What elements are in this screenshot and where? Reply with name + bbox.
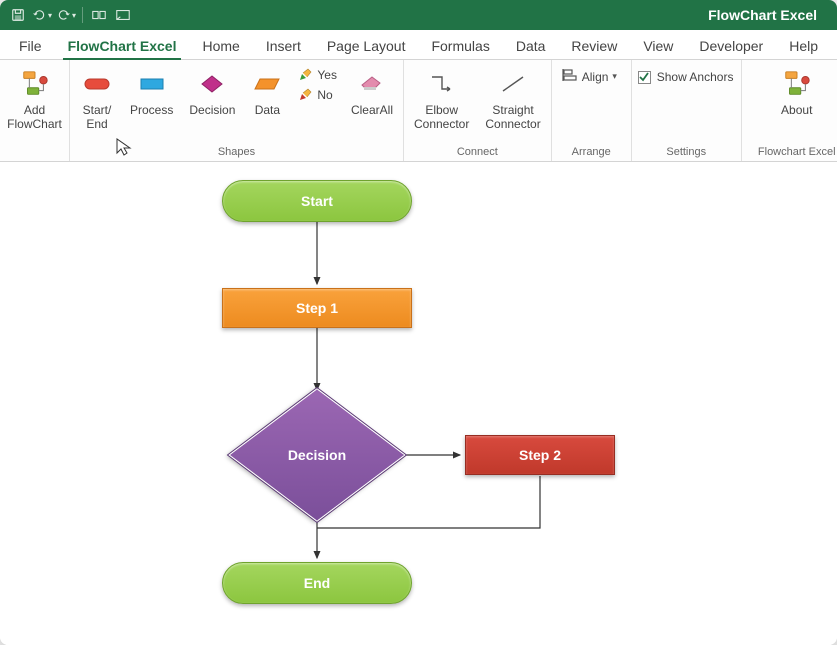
redo-icon [56,8,71,22]
tab-file[interactable]: File [6,32,55,59]
clear-all-button[interactable]: ClearAll [347,64,397,118]
shape-data-label: Data [255,104,280,118]
elbow-connector-label: Elbow Connector [414,104,469,132]
add-flowchart-button[interactable]: Add FlowChart [6,64,63,132]
tab-help[interactable]: Help [776,32,831,59]
group-label-arrange: Arrange [558,144,625,161]
ribbon-group-addflowchart: Add FlowChart [0,60,70,161]
shape-decision-button[interactable]: Decision [185,64,239,118]
show-anchors-checkbox[interactable]: Show Anchors [638,64,734,84]
align-icon [562,68,578,85]
ribbon: Add FlowChart Start/ End Process [0,60,837,162]
eraser-icon [356,68,388,100]
fullscreen-button[interactable] [113,5,133,25]
checkbox-icon [638,71,651,84]
straight-connector-icon [497,68,529,100]
tab-formulas[interactable]: Formulas [418,32,502,59]
fullscreen-icon [115,8,131,22]
node-end-label: End [304,575,330,591]
group-label-about: Flowchart Excel [748,144,837,161]
group-label-blank [6,144,63,161]
pencil-green-icon [297,67,313,83]
straight-connector-button[interactable]: Straight Connector [481,64,544,132]
yes-no-column: Yes No [295,64,339,104]
ribbon-group-arrange: Align ▾ Arrange [552,60,632,161]
no-button[interactable]: No [295,86,339,104]
touch-mode-button[interactable] [89,5,109,25]
group-label-shapes: Shapes [76,144,397,161]
save-icon [11,8,25,22]
undo-button[interactable]: ▾ [32,5,52,25]
ribbon-group-shapes: Start/ End Process Decision [70,60,404,161]
node-start[interactable]: Start [222,180,412,222]
tab-home[interactable]: Home [189,32,252,59]
undo-icon [32,8,47,22]
ribbon-group-about: About Flowchart Excel [742,60,837,161]
ribbon-group-connect: Elbow Connector Straight Connector Conne… [404,60,552,161]
node-decision[interactable]: Decision [237,390,397,520]
align-button[interactable]: Align ▾ [558,64,621,85]
node-step1[interactable]: Step 1 [222,288,412,328]
node-step2[interactable]: Step 2 [465,435,615,475]
clear-all-label: ClearAll [351,104,393,118]
group-label-settings: Settings [638,144,735,161]
process-icon [136,68,168,100]
show-anchors-label: Show Anchors [657,70,734,84]
add-flowchart-label: Add FlowChart [7,104,62,132]
pencil-red-icon [297,87,313,103]
elbow-connector-button[interactable]: Elbow Connector [410,64,473,132]
node-start-label: Start [301,193,333,209]
tab-insert[interactable]: Insert [253,32,314,59]
quick-access-toolbar: ▾ ▾ [8,5,133,25]
tab-developer[interactable]: Developer [686,32,776,59]
flowchart-icon [19,68,51,100]
flowchart-canvas[interactable]: Start Step 1 Decision Step 2 End [0,162,837,645]
about-icon [781,68,813,100]
node-step2-label: Step 2 [519,447,561,463]
data-icon [251,68,283,100]
node-step1-label: Step 1 [296,300,338,316]
no-label: No [317,88,332,102]
tab-data[interactable]: Data [503,32,559,59]
group-label-connect: Connect [410,144,545,161]
app-title: FlowChart Excel [708,7,829,23]
align-label: Align [582,70,609,84]
ribbon-group-settings: Show Anchors Settings [632,60,742,161]
shape-decision-label: Decision [189,104,235,118]
ribbon-tabs: File FlowChart Excel Home Insert Page La… [0,30,837,60]
about-button[interactable]: About [772,64,822,118]
node-decision-label: Decision [288,447,346,463]
yes-label: Yes [317,68,337,82]
elbow-connector-icon [426,68,458,100]
save-button[interactable] [8,5,28,25]
shape-data-button[interactable]: Data [247,64,287,118]
touch-icon [91,8,107,22]
qat-separator [82,7,83,23]
terminator-icon [81,68,113,100]
about-label: About [781,104,812,118]
tab-page-layout[interactable]: Page Layout [314,32,419,59]
app-window: ▾ ▾ FlowChart Excel File FlowChart Excel… [0,0,837,645]
shape-start-end-label: Start/ End [83,104,112,132]
shape-process-label: Process [130,104,173,118]
decision-icon [196,68,228,100]
title-bar: ▾ ▾ FlowChart Excel [0,0,837,30]
tab-review[interactable]: Review [558,32,630,59]
yes-button[interactable]: Yes [295,66,339,84]
redo-button[interactable]: ▾ [56,5,76,25]
node-end[interactable]: End [222,562,412,604]
straight-connector-label: Straight Connector [485,104,540,132]
shape-process-button[interactable]: Process [126,64,177,118]
tab-view[interactable]: View [630,32,686,59]
tab-flowchart-excel[interactable]: FlowChart Excel [55,32,190,59]
shape-start-end-button[interactable]: Start/ End [76,64,118,132]
connectors [0,162,837,645]
chevron-down-icon: ▾ [612,71,617,82]
